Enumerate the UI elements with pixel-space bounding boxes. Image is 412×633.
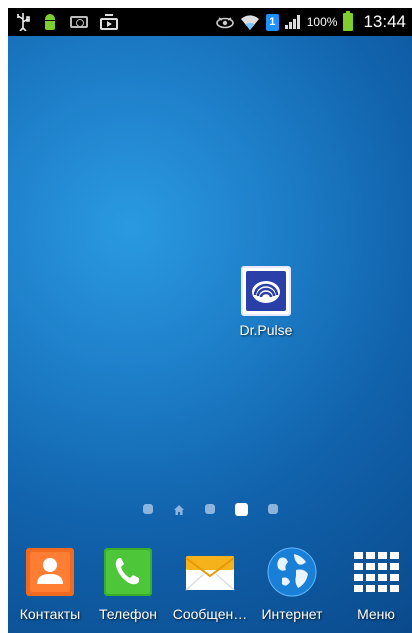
wifi-icon bbox=[240, 13, 260, 31]
page-dot-active[interactable] bbox=[234, 502, 248, 516]
page-dot[interactable] bbox=[267, 504, 278, 514]
status-bar[interactable]: 1 100% 13:44 bbox=[8, 8, 412, 36]
clock: 13:44 bbox=[363, 12, 406, 31]
dock-label: Телефон bbox=[98, 606, 158, 622]
messages-icon[interactable] bbox=[184, 546, 236, 598]
dock-item-contacts[interactable]: Контакты bbox=[8, 546, 92, 622]
dock-label: Интернет bbox=[261, 606, 323, 622]
dr-pulse-shortcut[interactable]: Dr.Pulse bbox=[230, 266, 302, 338]
dock-item-messages[interactable]: Сообщен… bbox=[168, 546, 252, 622]
dock-label: Контакты bbox=[19, 606, 81, 622]
notification-area bbox=[16, 11, 118, 33]
signal-icon bbox=[284, 15, 301, 29]
dock-label: Сообщен… bbox=[172, 606, 248, 622]
page-dot[interactable] bbox=[204, 504, 215, 514]
tv-play-icon bbox=[100, 14, 118, 30]
dock-item-phone[interactable]: Телефон bbox=[86, 546, 170, 622]
battery-percent: 100% bbox=[306, 15, 338, 29]
phone-icon[interactable] bbox=[102, 546, 154, 598]
page-indicator[interactable] bbox=[8, 502, 412, 516]
android-battery-icon bbox=[42, 14, 58, 30]
dock-item-internet[interactable]: Интернет bbox=[250, 546, 334, 622]
contacts-icon[interactable] bbox=[24, 546, 76, 598]
home-page-icon[interactable] bbox=[173, 503, 185, 515]
eye-icon bbox=[215, 16, 234, 29]
dr-pulse-app-icon[interactable] bbox=[241, 266, 291, 316]
sim-icon: 1 bbox=[265, 13, 279, 31]
globe-icon[interactable] bbox=[266, 546, 318, 598]
system-area: 1 100% 13:44 bbox=[215, 11, 406, 33]
page-dot[interactable] bbox=[142, 504, 153, 514]
dock: Контакты Телефон Сообщен… Интернет Меню bbox=[8, 546, 412, 633]
dr-pulse-label: Dr.Pulse bbox=[239, 322, 293, 338]
usb-icon bbox=[16, 13, 30, 32]
dock-label: Меню bbox=[357, 606, 395, 622]
home-screen: 1 100% 13:44 Dr.Pulse Контакты Телефон С… bbox=[8, 8, 412, 633]
battery-icon bbox=[343, 11, 354, 31]
camera-icon bbox=[70, 16, 88, 28]
apps-grid-icon[interactable] bbox=[350, 546, 402, 598]
dock-item-menu[interactable]: Меню bbox=[334, 546, 412, 622]
